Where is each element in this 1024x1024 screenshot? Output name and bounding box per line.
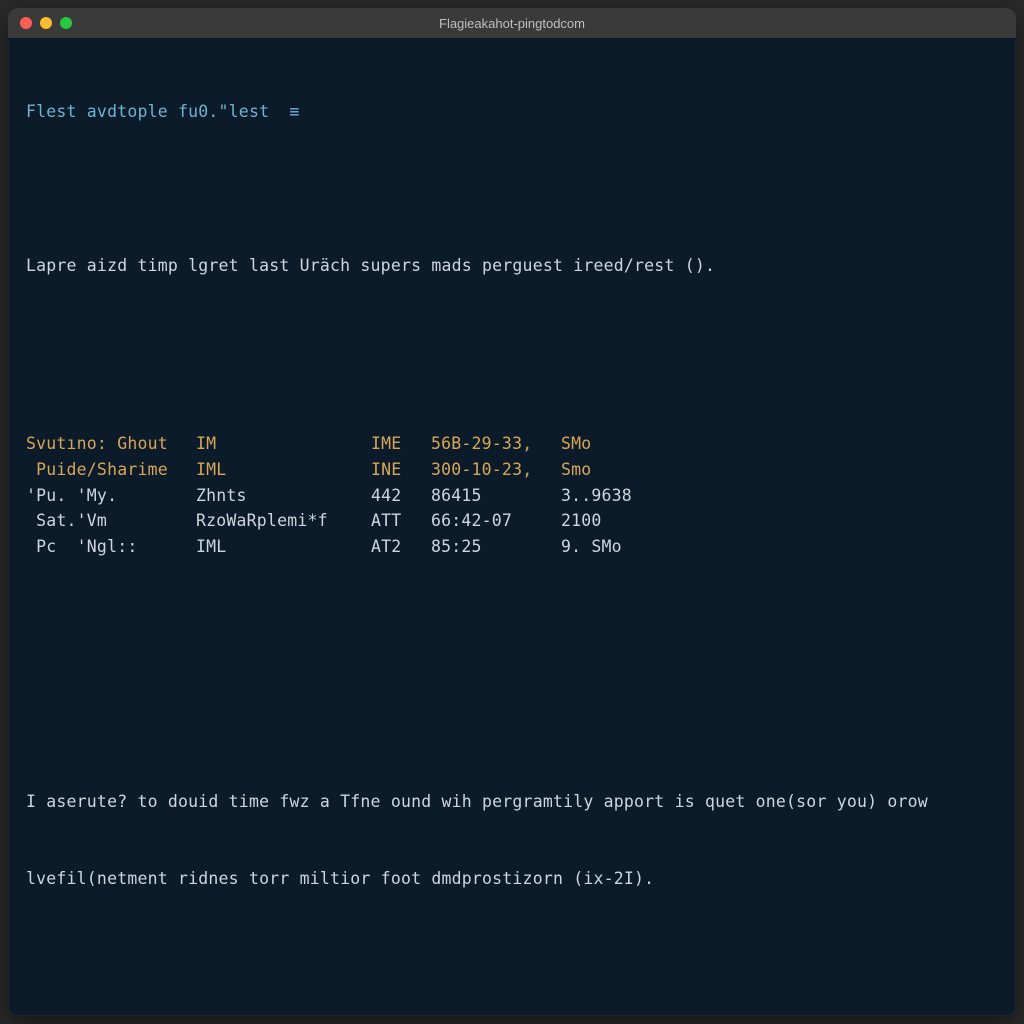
table-cell: IME [371,431,431,457]
table-cell: Sat.'Vm [26,508,196,534]
maximize-icon[interactable] [60,17,72,29]
prompt-line-1: Flest avdtople fu0."lest ≡ [26,99,998,125]
blank [26,329,998,355]
window-title: Flagieakahot-pingtodcom [8,16,1016,31]
table-cell: IML [196,457,371,483]
table-cell: 2100 [561,508,681,534]
table-cell: SMo [561,431,681,457]
table-cell: 66:42-07 [431,508,561,534]
table-cell: ATT [371,508,431,534]
blank [26,943,998,969]
blank [26,713,998,739]
table-cell: 3..9638 [561,483,681,509]
table-cell: 300-10-23, [431,457,561,483]
titlebar: Flagieakahot-pingtodcom [8,8,1016,38]
table-cell: Svutıno: Ghout [26,431,196,457]
table-cell: Puide/Sharime [26,457,196,483]
terminal-window: Flagieakahot-pingtodcom Flest avdtople f… [8,8,1016,1016]
table-cell: 442 [371,483,431,509]
table-row: Pc 'Ngl::IMLAT285:259. SMo [26,534,998,560]
traffic-lights [20,17,72,29]
mid-line-2: lvefil(netment ridnes torr miltior foot … [26,866,998,892]
table-cell: Smo [561,457,681,483]
status-table: Svutıno: GhoutIMIME56B-29-33,SMo Puide/S… [26,431,998,559]
table-row: Puide/SharimeIMLINE300-10-23,Smo [26,457,998,483]
table-cell: 85:25 [431,534,561,560]
table-cell: 9. SMo [561,534,681,560]
table-cell: IML [196,534,371,560]
close-icon[interactable] [20,17,32,29]
blank [26,636,998,662]
terminal-body[interactable]: Flest avdtople fu0."lest ≡ Lapre aizd ti… [8,38,1016,1016]
table-cell: Pc 'Ngl:: [26,534,196,560]
table-row: Svutıno: GhoutIMIME56B-29-33,SMo [26,431,998,457]
minimize-icon[interactable] [40,17,52,29]
blank [26,176,998,202]
table-cell: AT2 [371,534,431,560]
table-cell: INE [371,457,431,483]
table-row: 'Pu. 'My.Zhnts442864153..9638 [26,483,998,509]
table-cell: IM [196,431,371,457]
table-cell: 'Pu. 'My. [26,483,196,509]
table-row: Sat.'VmRzoWaRplemi*fATT66:42-072100 [26,508,998,534]
table-cell: 56B-29-33, [431,431,561,457]
mid-line-1: I aserute? to douid time fwz a Tfne ound… [26,789,998,815]
description-line-1: Lapre aizd timp lgret last Uräch supers … [26,253,998,279]
table-cell: RzoWaRplemi*f [196,508,371,534]
table-cell: Zhnts [196,483,371,509]
table-cell: 86415 [431,483,561,509]
